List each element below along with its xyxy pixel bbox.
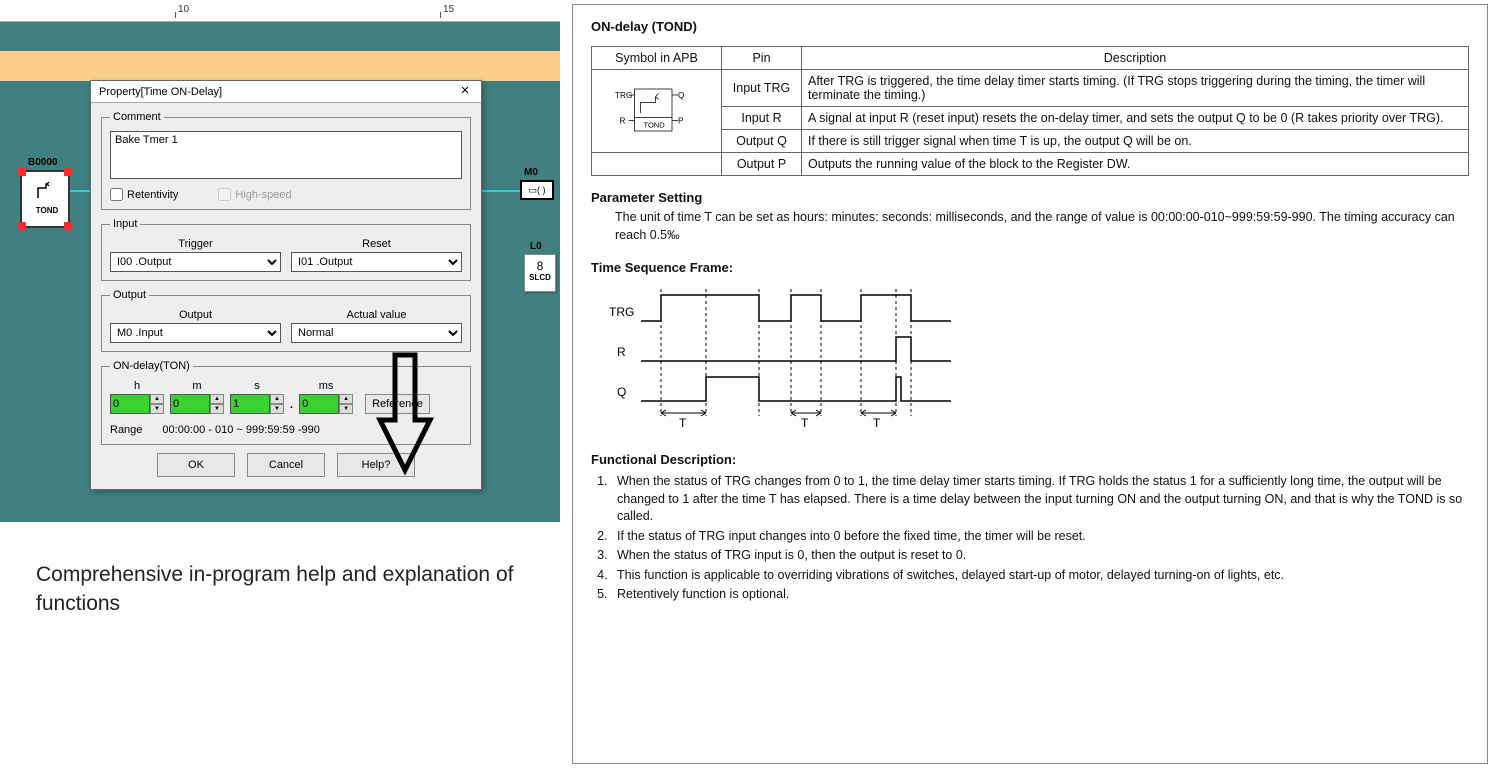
fd-item-5: Retentively function is optional. [611, 586, 1469, 604]
trigger-select[interactable]: I00 .Output [110, 252, 281, 272]
reference-button[interactable]: Reference [365, 394, 430, 414]
property-dialog: Property[Time ON-Delay] ✕ Comment Bake T… [90, 80, 482, 490]
param-head: Parameter Setting [591, 190, 1469, 205]
cancel-button[interactable]: Cancel [247, 453, 325, 477]
l0-label: L0 [530, 241, 542, 252]
param-body: The unit of time T can be set as hours: … [615, 209, 1469, 244]
fd-list: When the status of TRG changes from 0 to… [611, 473, 1469, 604]
output-label: Output [110, 309, 281, 321]
ton-legend: ON-delay(TON) [110, 360, 193, 372]
tond-caption: TOND [28, 206, 66, 215]
svg-text:Q: Q [678, 91, 685, 100]
actual-label: Actual value [291, 309, 462, 321]
help-button[interactable]: Help? [337, 453, 415, 477]
highspeed-checkbox: High-speed [218, 188, 291, 201]
svg-text:T: T [873, 416, 881, 430]
input-legend: Input [110, 218, 140, 230]
output-legend: Output [110, 289, 149, 301]
canvas-header-strip [0, 51, 560, 81]
tond-block[interactable]: TOND [20, 170, 70, 228]
ms-up[interactable]: ▲ [339, 394, 353, 404]
th-pin: Pin [722, 47, 802, 70]
ruler-tick-10: 10 [178, 4, 189, 15]
pin-q: Output Q [722, 130, 802, 153]
help-title: ON-delay (TOND) [591, 19, 1469, 34]
output-fieldset: Output Output M0 .Input Actual value Nor… [101, 289, 471, 352]
desc-p: Outputs the running value of the block t… [802, 153, 1469, 176]
minutes-input[interactable] [170, 394, 210, 414]
fd-item-4: This function is applicable to overridin… [611, 567, 1469, 585]
hours-up[interactable]: ▲ [150, 394, 164, 404]
tsf-head: Time Sequence Frame: [591, 260, 1469, 275]
pin-p: Output P [722, 153, 802, 176]
seconds-input[interactable] [230, 394, 270, 414]
l0-block[interactable]: 8 SLCD [524, 254, 556, 292]
th-desc: Description [802, 47, 1469, 70]
hours-input[interactable] [110, 394, 150, 414]
actual-select[interactable]: Normal [291, 323, 462, 343]
ruler-tick-15: 15 [443, 4, 454, 15]
comment-fieldset: Comment Bake Tmer 1 Retentivity High-spe… [101, 111, 471, 210]
desc-r: A signal at input R (reset input) resets… [802, 107, 1469, 130]
minutes-up[interactable]: ▲ [210, 394, 224, 404]
svg-text:Q: Q [617, 385, 626, 399]
pin-r: Input R [722, 107, 802, 130]
reset-label: Reset [291, 238, 462, 250]
ton-fieldset: ON-delay(TON) h ▲▼ m ▲▼ s ▲▼ . [101, 360, 471, 445]
dialog-titlebar[interactable]: Property[Time ON-Delay] ✕ [91, 81, 481, 103]
desc-q: If there is still trigger signal when ti… [802, 130, 1469, 153]
ms-input[interactable] [299, 394, 339, 414]
fd-item-1: When the status of TRG changes from 0 to… [611, 473, 1469, 526]
th-symbol: Symbol in APB [592, 47, 722, 70]
seconds-up[interactable]: ▲ [270, 394, 284, 404]
help-pin-table: Symbol in APB Pin Description TRG R Q P [591, 46, 1469, 176]
svg-text:T: T [801, 416, 809, 430]
fd-head: Functional Description: [591, 452, 1469, 467]
retentivity-checkbox[interactable]: Retentivity [110, 188, 178, 201]
desc-trg: After TRG is triggered, the time delay t… [802, 70, 1469, 107]
symbol-cell: TRG R Q P TOND [592, 70, 722, 153]
hours-down[interactable]: ▼ [150, 404, 164, 414]
comment-legend: Comment [110, 111, 164, 123]
svg-text:TRG: TRG [615, 91, 632, 100]
svg-text:P: P [678, 116, 684, 125]
timing-diagram: TRG R Q T T T [601, 281, 971, 431]
help-pane: ON-delay (TOND) Symbol in APB Pin Descri… [572, 4, 1488, 764]
m0-block[interactable]: ▭( ) [520, 180, 554, 200]
dialog-title-text: Property[Time ON-Delay] [99, 86, 222, 98]
svg-text:T: T [679, 416, 687, 430]
reset-select[interactable]: I01 .Output [291, 252, 462, 272]
svg-text:R: R [617, 345, 626, 359]
svg-text:TRG: TRG [609, 305, 634, 319]
left-editor-pane: 10 15 B0000 TOND M0 ▭( ) L0 8 SLCD Prope… [0, 0, 565, 768]
svg-text:TOND: TOND [643, 120, 665, 129]
svg-text:R: R [619, 116, 625, 125]
caption-text: Comprehensive in-program help and explan… [36, 560, 565, 619]
output-select[interactable]: M0 .Input [110, 323, 281, 343]
trigger-label: Trigger [110, 238, 281, 250]
block-id-label: B0000 [28, 157, 57, 168]
seconds-down[interactable]: ▼ [270, 404, 284, 414]
ruler: 10 15 [0, 0, 560, 22]
ok-button[interactable]: OK [157, 453, 235, 477]
range-label: Range [110, 424, 142, 436]
close-icon[interactable]: ✕ [457, 84, 473, 100]
fd-item-3: When the status of TRG input is 0, then … [611, 547, 1469, 565]
minutes-down[interactable]: ▼ [210, 404, 224, 414]
range-value: 00:00:00 - 010 ~ 999:59:59 -990 [162, 424, 320, 436]
input-fieldset: Input Trigger I00 .Output Reset I01 .Out… [101, 218, 471, 281]
fd-item-2: If the status of TRG input changes into … [611, 528, 1469, 546]
ms-down[interactable]: ▼ [339, 404, 353, 414]
comment-input[interactable]: Bake Tmer 1 [110, 131, 462, 179]
pin-trg: Input TRG [722, 70, 802, 107]
m0-label: M0 [524, 167, 538, 178]
